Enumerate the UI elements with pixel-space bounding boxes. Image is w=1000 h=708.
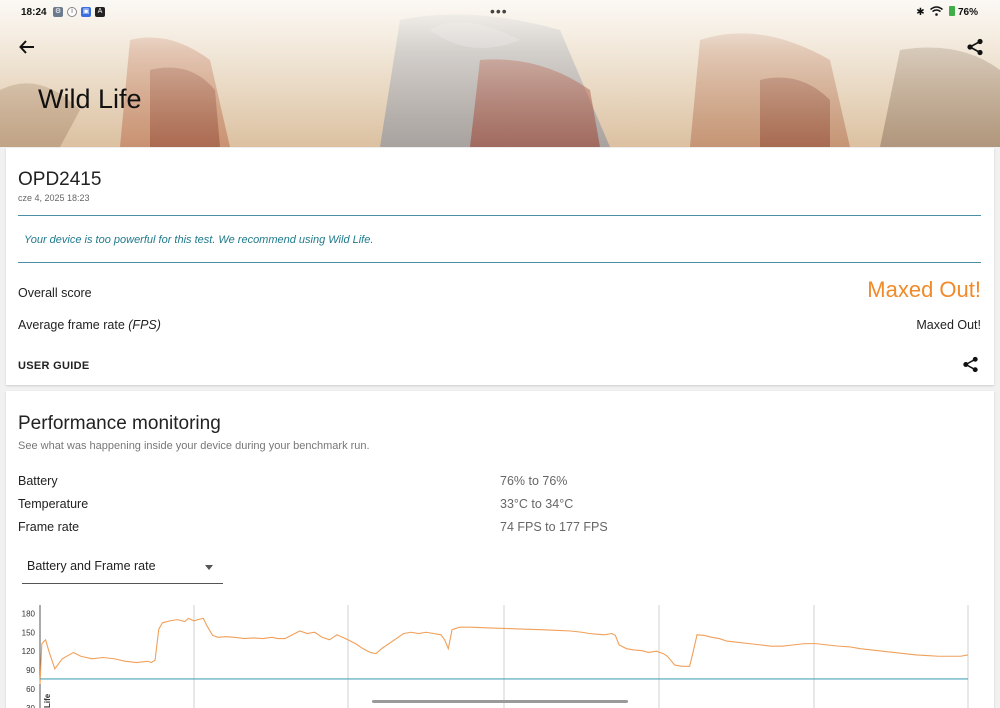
chart-type-dropdown[interactable]: Battery and Frame rate — [22, 551, 223, 584]
result-date: cze 4, 2025 18:23 — [18, 193, 90, 203]
notification-icon: A — [95, 7, 105, 17]
chart-y-tick-label: 150 — [22, 628, 36, 637]
user-guide-link[interactable]: USER GUIDE — [18, 360, 89, 372]
device-name: OPD2415 — [18, 169, 102, 190]
chevron-down-icon — [205, 565, 213, 570]
metric-framerate-value: 74 FPS to 177 FPS — [500, 520, 608, 534]
metric-temperature-value: 33°C to 34°C — [500, 497, 574, 511]
chart-y-tick-label: 30 — [26, 704, 35, 708]
notice-banner: Your device is too powerful for this tes… — [18, 215, 981, 263]
info-icon: i — [67, 7, 77, 17]
result-card: OPD2415 cze 4, 2025 18:23 Your device is… — [6, 148, 994, 385]
settings-icon: ⚙ — [53, 7, 63, 17]
chart-y-tick-label: 60 — [26, 685, 35, 694]
wifi-icon — [930, 6, 944, 16]
chart-section-label: Life — [43, 693, 52, 708]
back-arrow-icon[interactable] — [18, 38, 36, 56]
fps-label-text: Average frame rate — [18, 318, 125, 332]
overall-score-value: Maxed Out! — [867, 277, 981, 302]
fps-value: Maxed Out! — [916, 318, 981, 332]
gesture-nav-bar[interactable] — [372, 700, 628, 703]
overall-score-label: Overall score — [18, 286, 92, 300]
dropdown-selected: Battery and Frame rate — [27, 559, 156, 573]
chart-y-tick-label: 180 — [22, 609, 36, 618]
page-title: Wild Life — [38, 84, 142, 114]
performance-chart: 180 150 120 90 60 30 Life — [22, 605, 969, 708]
chart-y-tick-label: 90 — [26, 666, 35, 675]
metric-battery-label: Battery — [18, 474, 58, 488]
notice-text: Your device is too powerful for this tes… — [24, 234, 374, 246]
fps-label: Average frame rate (FPS) — [18, 318, 161, 332]
metric-framerate-label: Frame rate — [18, 520, 80, 534]
bluetooth-icon: ✱ — [916, 7, 925, 18]
performance-card: Performance monitoring See what was happ… — [6, 391, 994, 708]
battery-percent: 76% — [957, 7, 978, 18]
status-bar: 18:24 ⚙ i ▣ A ••• ✱ 76% — [0, 0, 1000, 26]
share-icon[interactable] — [966, 38, 984, 56]
metric-battery-value: 76% to 76% — [500, 474, 568, 488]
share-result-icon[interactable] — [962, 356, 979, 373]
status-right: ✱ 76% — [916, 6, 978, 18]
performance-subtitle: See what was happening inside your devic… — [18, 440, 370, 452]
fps-unit: (FPS) — [128, 318, 161, 332]
more-dots-icon[interactable]: ••• — [490, 3, 508, 19]
chart-y-tick-label: 120 — [22, 647, 36, 656]
battery-icon — [949, 6, 956, 16]
performance-title: Performance monitoring — [18, 413, 221, 434]
status-time: 18:24 — [21, 7, 47, 18]
metric-temperature-label: Temperature — [18, 497, 89, 511]
app-icon: ▣ — [81, 7, 91, 17]
